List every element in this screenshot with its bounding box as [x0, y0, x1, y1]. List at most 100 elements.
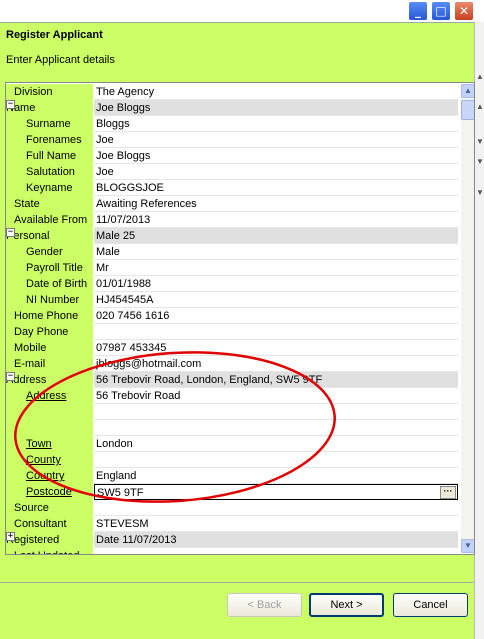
grid-row-value[interactable]: England	[94, 468, 458, 484]
grid-row[interactable]: Consultant STEVESM	[6, 516, 458, 532]
grid-row[interactable]: Forenames Joe	[6, 132, 458, 148]
collapse-icon[interactable]: −	[6, 228, 15, 237]
grid-row[interactable]: State Awaiting References	[6, 196, 458, 212]
grid-row-label: Surname	[26, 118, 71, 130]
grid-row-value[interactable]: Joe	[94, 164, 458, 180]
back-button[interactable]: < Back	[227, 593, 302, 617]
grid-row[interactable]: Date of Birth 01/01/1988	[6, 276, 458, 292]
grid-row-label-cell: Forenames	[6, 132, 93, 148]
grid-row-value-text: Joe	[96, 134, 114, 146]
grid-row[interactable]: − Personal Male 25	[6, 228, 458, 244]
grid-row-value-text: HJ454545A	[96, 294, 154, 306]
grid-row-value[interactable]: Date 11/07/2013	[94, 532, 458, 548]
grid-row-value[interactable]: 56 Trebovir Road, London, England, SW5 9…	[94, 372, 458, 388]
grid-row-value[interactable]	[94, 420, 458, 436]
grid-row[interactable]: Division The Agency	[6, 84, 458, 100]
grid-row-value[interactable]: Bloggs	[94, 116, 458, 132]
grid-row[interactable]: Country England	[6, 468, 458, 484]
grid-row-value[interactable]: 01/01/1988	[94, 276, 458, 292]
collapse-icon[interactable]: −	[6, 100, 15, 109]
grid-row-value[interactable]: Male 25	[94, 228, 458, 244]
grid-row-value[interactable]: Male	[94, 244, 458, 260]
grid-row-value[interactable]: The Agency	[94, 84, 458, 100]
grid-row-value[interactable]: HJ454545A	[94, 292, 458, 308]
chevron-up-icon: ▲	[476, 102, 484, 111]
grid-row[interactable]: Mobile 07987 453345	[6, 340, 458, 356]
grid-row[interactable]: − Name Joe Bloggs	[6, 100, 458, 116]
title-bar: _ □ ✕	[0, 0, 484, 22]
grid-row-label-cell: Source	[6, 500, 93, 516]
grid-row-value[interactable]: 11/07/2013	[94, 212, 458, 228]
grid-row[interactable]: E-mail jbloggs@hotmail.com	[6, 356, 458, 372]
grid-row-value[interactable]: London	[94, 436, 458, 452]
scroll-thumb[interactable]	[461, 100, 474, 120]
grid-row-value[interactable]: 020 7456 1616	[94, 308, 458, 324]
grid-row-value[interactable]	[94, 548, 458, 554]
next-button[interactable]: Next >	[309, 593, 384, 617]
scroll-up-icon[interactable]: ▲	[461, 84, 474, 98]
grid-row-value[interactable]: Joe	[94, 132, 458, 148]
grid-row[interactable]	[6, 404, 458, 420]
right-edge-strip: ▲ ▲ ▼ ▼ ▼	[474, 22, 484, 639]
grid-row[interactable]: Last Updated	[6, 548, 458, 554]
property-grid[interactable]: Division The Agency − Name Joe Bloggs Surname…	[5, 82, 475, 555]
grid-row-value[interactable]: Joe Bloggs	[94, 100, 458, 116]
minimize-button[interactable]: _	[408, 1, 428, 21]
grid-row-label-cell: Division	[6, 84, 93, 100]
grid-row[interactable]: Postcode SW5 9TF ···	[6, 484, 458, 500]
grid-row-value[interactable]: STEVESM	[94, 516, 458, 532]
chevron-down-icon: ▼	[476, 137, 484, 146]
grid-row[interactable]: Source	[6, 500, 458, 516]
grid-row[interactable]: Day Phone	[6, 324, 458, 340]
grid-row[interactable]: Home Phone 020 7456 1616	[6, 308, 458, 324]
grid-row-value[interactable]	[94, 500, 458, 516]
grid-row[interactable]: Address 56 Trebovir Road	[6, 388, 458, 404]
grid-row-label-cell: State	[6, 196, 93, 212]
close-button[interactable]: ✕	[454, 1, 474, 21]
grid-row-label-cell	[6, 404, 93, 420]
ellipsis-button[interactable]: ···	[440, 486, 456, 499]
grid-row[interactable]: Town London	[6, 436, 458, 452]
grid-row[interactable]: Payroll Title Mr	[6, 260, 458, 276]
collapse-icon[interactable]: −	[6, 372, 15, 381]
grid-row[interactable]: County	[6, 452, 458, 468]
grid-row-label-cell: Keyname	[6, 180, 93, 196]
grid-row-value[interactable]: Mr	[94, 260, 458, 276]
grid-row-value[interactable]: Awaiting References	[94, 196, 458, 212]
grid-row-value[interactable]: 07987 453345	[94, 340, 458, 356]
grid-row[interactable]: Available From 11/07/2013	[6, 212, 458, 228]
grid-row-value[interactable]: 56 Trebovir Road	[94, 388, 458, 404]
grid-row-value[interactable]: Joe Bloggs	[94, 148, 458, 164]
grid-row-value[interactable]: SW5 9TF ···	[94, 484, 458, 500]
grid-row[interactable]: Salutation Joe	[6, 164, 458, 180]
vertical-scrollbar[interactable]: ▲ ▼	[461, 84, 474, 553]
grid-row-label: Town	[26, 438, 52, 450]
grid-row-label: Keyname	[26, 182, 73, 194]
grid-row[interactable]	[6, 420, 458, 436]
grid-row[interactable]: Keyname BLOGGSJOE	[6, 180, 458, 196]
grid-row-label: County	[26, 454, 61, 466]
expand-icon[interactable]: +	[6, 532, 15, 541]
cancel-button[interactable]: Cancel	[393, 593, 468, 617]
register-applicant-window: _ □ ✕ Register Applicant Enter Applicant…	[0, 0, 484, 639]
grid-row[interactable]: + Registered Date 11/07/2013	[6, 532, 458, 548]
grid-row[interactable]: NI Number HJ454545A	[6, 292, 458, 308]
grid-row-value-text: Mr	[96, 262, 109, 274]
grid-row-value-text: England	[96, 470, 137, 482]
grid-row-value[interactable]	[94, 452, 458, 468]
grid-row-value[interactable]	[94, 404, 458, 420]
grid-row-label-cell: E-mail	[6, 356, 93, 372]
grid-row-label-cell: Mobile	[6, 340, 93, 356]
grid-row[interactable]: Surname Bloggs	[6, 116, 458, 132]
grid-row-value[interactable]	[94, 324, 458, 340]
grid-row-value[interactable]: BLOGGSJOE	[94, 180, 458, 196]
grid-row-label: Country	[26, 470, 65, 482]
grid-row-label-cell: Gender	[6, 244, 93, 260]
grid-row-value[interactable]: jbloggs@hotmail.com	[94, 356, 458, 372]
maximize-button[interactable]: □	[431, 1, 451, 21]
grid-row[interactable]: Full Name Joe Bloggs	[6, 148, 458, 164]
grid-row-value-text: Joe Bloggs	[96, 150, 151, 162]
grid-row[interactable]: − Address 56 Trebovir Road, London, Englan…	[6, 372, 458, 388]
grid-row[interactable]: Gender Male	[6, 244, 458, 260]
scroll-down-icon[interactable]: ▼	[461, 539, 474, 553]
